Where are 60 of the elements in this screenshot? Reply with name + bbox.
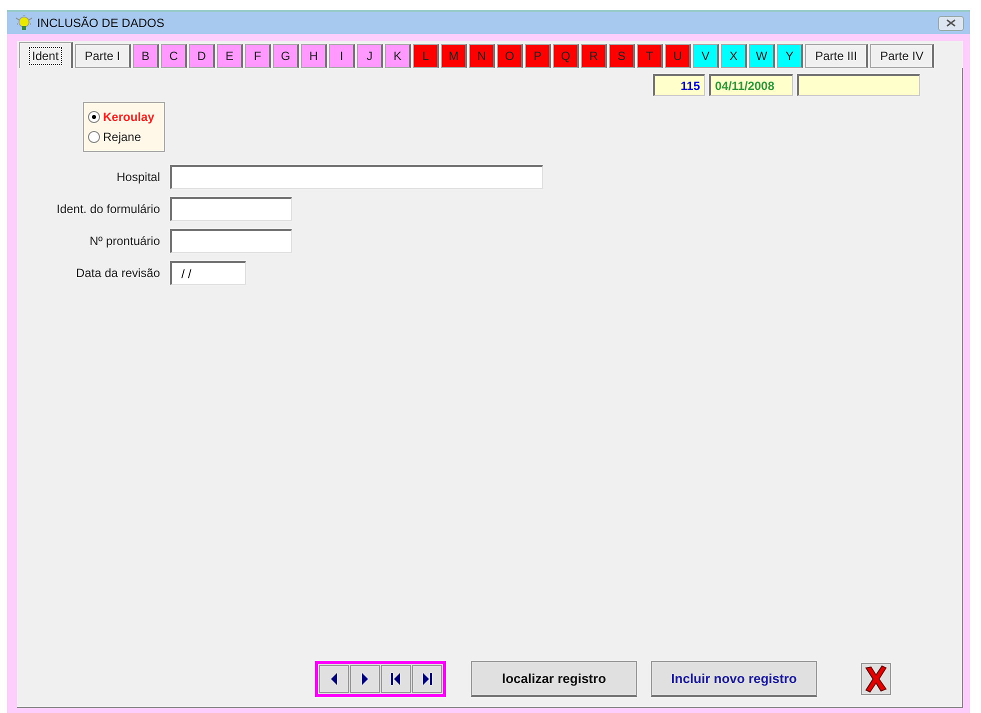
cancel-button[interactable]	[861, 663, 891, 695]
first-button[interactable]	[381, 665, 411, 693]
input-field[interactable]	[170, 197, 292, 221]
tab[interactable]: F	[245, 44, 272, 68]
close-icon	[946, 19, 956, 27]
tab[interactable]: M	[441, 44, 468, 68]
tab[interactable]: L	[413, 44, 440, 68]
field-label: Ident. do formulário	[56, 202, 160, 216]
lightbulb-icon	[15, 15, 33, 31]
tab[interactable]: G	[273, 44, 300, 68]
radio-button[interactable]	[88, 131, 100, 143]
next-button[interactable]	[350, 665, 380, 693]
field-label: Data da revisão	[74, 266, 160, 280]
skip-first-icon	[390, 672, 402, 686]
tab[interactable]: Parte I	[74, 44, 132, 68]
tab[interactable]: S	[609, 44, 636, 68]
radio-button[interactable]	[88, 111, 100, 123]
tab[interactable]: K	[385, 44, 412, 68]
last-button[interactable]	[412, 665, 442, 693]
tab[interactable]: W	[749, 44, 776, 68]
radio-label: Rejane	[103, 130, 142, 144]
left-triangle-icon	[329, 672, 339, 686]
tab[interactable]: B	[133, 44, 160, 68]
tab[interactable]: R	[581, 44, 608, 68]
radio-label: Keroulay	[103, 110, 154, 124]
tab[interactable]: E	[217, 44, 244, 68]
action-button[interactable]: localizar registro	[471, 661, 637, 697]
tab[interactable]: V	[693, 44, 720, 68]
field-label: Hospital	[116, 170, 160, 184]
close-button[interactable]	[938, 16, 964, 30]
input-field[interactable]: / /	[170, 261, 246, 285]
field-label: Nº prontuário	[88, 234, 160, 248]
tab[interactable]: C	[161, 44, 188, 68]
tab[interactable]: D	[189, 44, 216, 68]
action-button[interactable]: Incluir novo registro	[651, 661, 817, 697]
tab[interactable]: O	[497, 44, 524, 68]
previous-button[interactable]	[319, 665, 349, 693]
tab[interactable]: U	[665, 44, 692, 68]
tab[interactable]: X	[721, 44, 748, 68]
radio-option[interactable]: Keroulay	[88, 107, 160, 127]
skip-last-icon	[421, 672, 433, 686]
record-date-field: 04/11/2008	[709, 74, 793, 96]
input-field[interactable]	[170, 229, 292, 253]
tab[interactable]: Ident	[19, 42, 73, 68]
tab[interactable]: H	[301, 44, 328, 68]
tab[interactable]: N	[469, 44, 496, 68]
tab[interactable]: P	[525, 44, 552, 68]
tab[interactable]: I	[329, 44, 356, 68]
record-number-field: 115	[653, 74, 705, 96]
tab[interactable]: T	[637, 44, 664, 68]
input-field[interactable]	[170, 165, 543, 189]
window-title: INCLUSÃO DE DADOS	[37, 16, 166, 30]
right-triangle-icon	[360, 672, 370, 686]
tab[interactable]: Y	[777, 44, 804, 68]
tab[interactable]: Q	[553, 44, 580, 68]
x-icon	[863, 665, 889, 693]
tab[interactable]: J	[357, 44, 384, 68]
tab[interactable]: Parte IV	[870, 44, 934, 68]
radio-option[interactable]: Rejane	[88, 127, 160, 147]
tab[interactable]: Parte III	[805, 44, 868, 68]
